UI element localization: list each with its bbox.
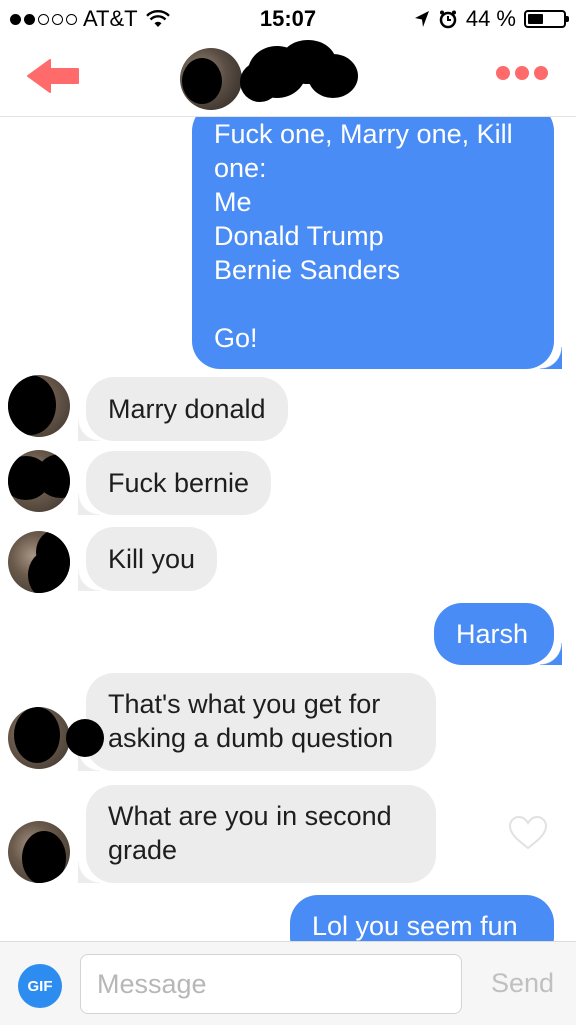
message-text: Bernie Sanders	[214, 255, 401, 285]
message-text: Kill you	[108, 544, 196, 574]
alarm-clock-icon	[439, 10, 457, 29]
send-button[interactable]: Send	[491, 968, 554, 999]
gif-button[interactable]: GIF	[18, 964, 62, 1008]
message-text: Harsh	[456, 619, 529, 649]
message-text: That's what you get for	[108, 689, 381, 719]
sender-avatar[interactable]	[8, 375, 70, 437]
match-name-redacted[interactable]	[238, 40, 360, 102]
more-dots-icon[interactable]	[496, 66, 548, 80]
message-text: Me	[214, 187, 252, 217]
outgoing-message: Harsh	[434, 603, 562, 665]
incoming-message: What are you in second grade	[78, 785, 436, 883]
battery-icon	[524, 10, 569, 28]
message-input[interactable]	[80, 954, 462, 1014]
heart-outline-icon[interactable]	[508, 815, 548, 851]
message-list[interactable]: Fuck one, Marry one, Kill one: Me Donald…	[0, 117, 576, 941]
message-text: Lol you seem fun	[312, 911, 518, 941]
back-arrow-icon[interactable]	[26, 56, 82, 96]
sender-avatar[interactable]	[8, 531, 70, 593]
incoming-message: Marry donald	[78, 377, 288, 441]
sender-avatar[interactable]	[8, 821, 70, 883]
status-icons: 44 %	[414, 6, 569, 32]
incoming-message: Fuck bernie	[77, 451, 272, 515]
battery-percentage: 44 %	[465, 6, 516, 31]
message-text: Fuck bernie	[108, 468, 250, 498]
sender-avatar[interactable]	[8, 707, 70, 769]
message-text: Donald Trump	[214, 221, 384, 251]
chat-header	[0, 36, 576, 117]
message-text: one:	[214, 153, 267, 183]
match-avatar[interactable]	[180, 48, 242, 110]
message-text: asking a dumb question	[108, 723, 394, 753]
message-text: grade	[108, 835, 178, 865]
location-arrow-icon	[414, 11, 429, 27]
message-text: Marry donald	[108, 394, 266, 424]
sender-avatar[interactable]	[8, 450, 70, 512]
incoming-message: Kill you	[77, 527, 218, 591]
status-bar: AT&T 15:07 44 %	[0, 0, 576, 36]
outgoing-message: Lol you seem fun	[290, 895, 554, 941]
message-text: Go!	[214, 323, 258, 353]
message-text: Fuck one, Marry one, Kill	[214, 119, 513, 149]
incoming-message: That's what you get for asking a dumb qu…	[78, 673, 436, 771]
redaction-mark	[66, 719, 104, 757]
outgoing-message: Fuck one, Marry one, Kill one: Me Donald…	[192, 117, 562, 369]
message-composer: GIF Send	[0, 941, 576, 1025]
redaction-mark	[182, 58, 222, 104]
message-text	[214, 287, 532, 321]
message-text: What are you in second	[108, 801, 392, 831]
